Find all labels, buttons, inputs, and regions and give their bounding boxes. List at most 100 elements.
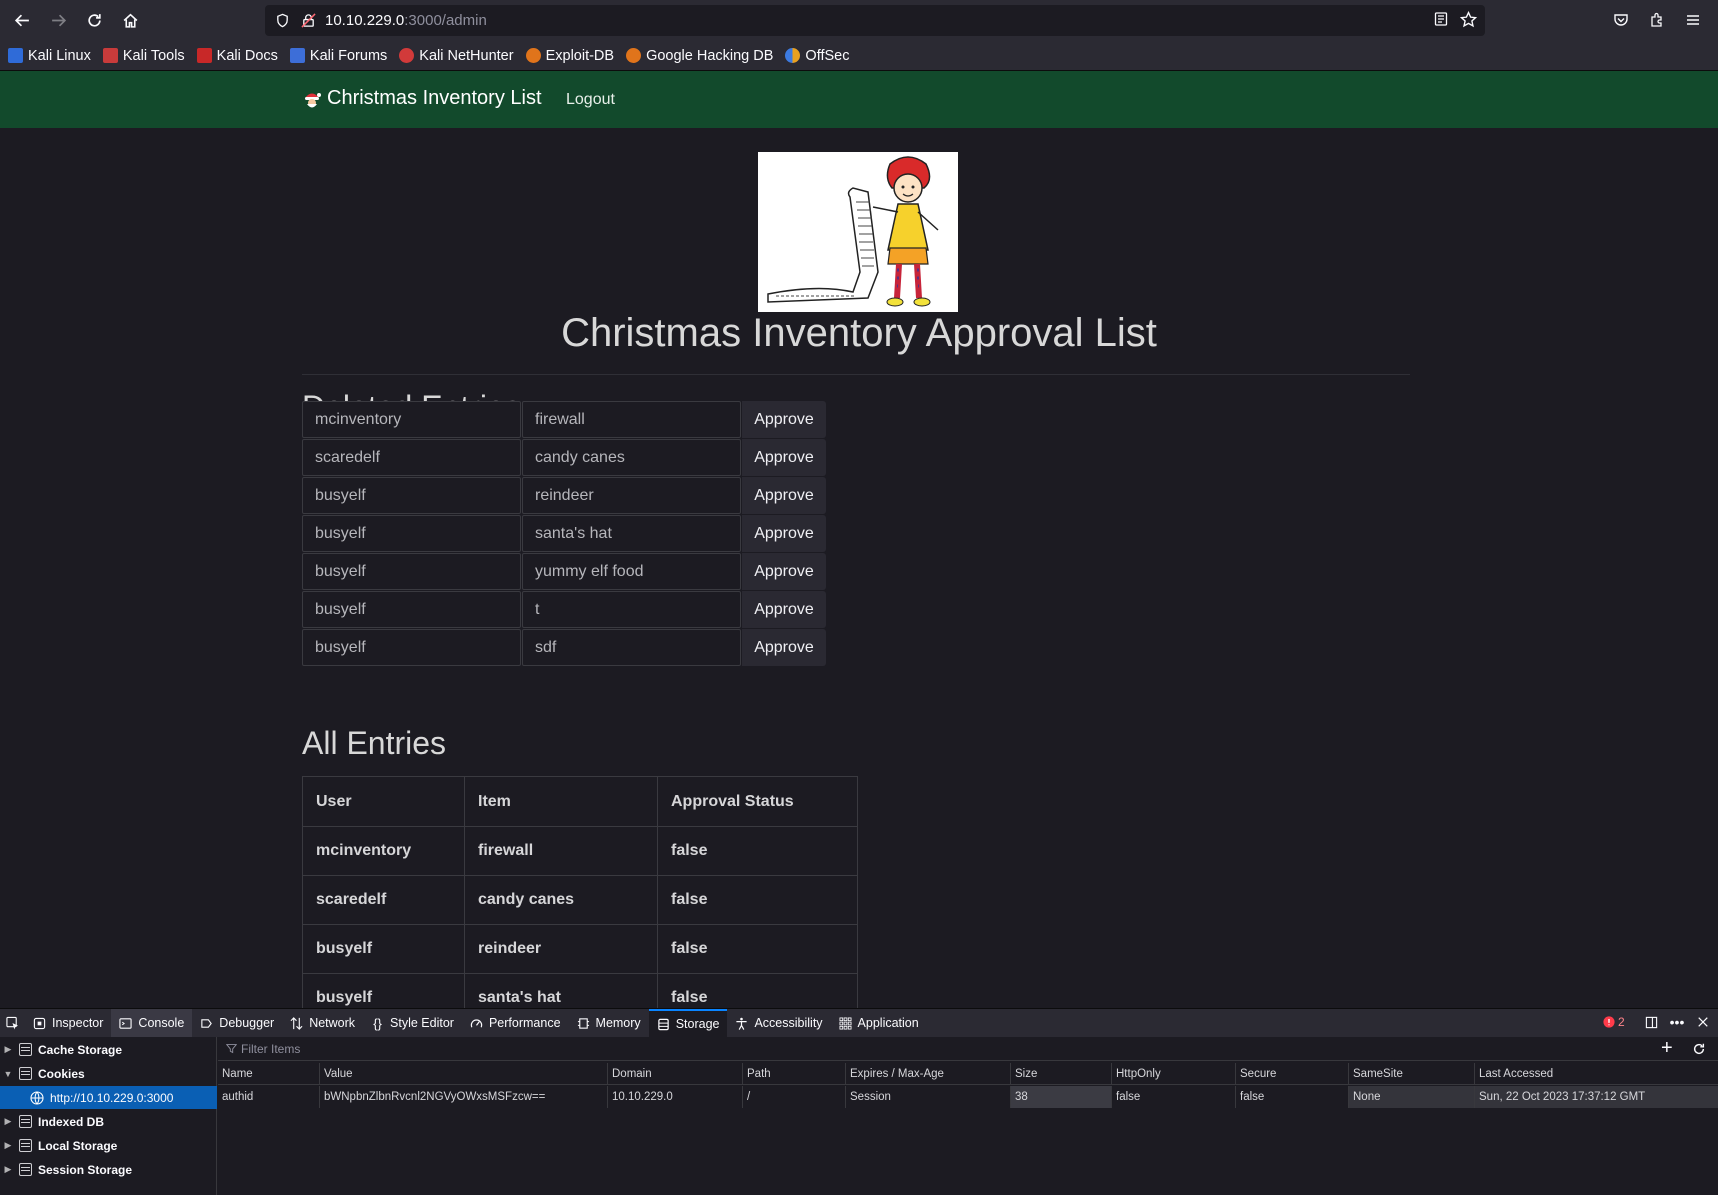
table-row: busyelf santa's hat false <box>302 973 858 1008</box>
database-icon <box>19 1139 32 1152</box>
approve-button[interactable]: Approve <box>742 591 826 628</box>
cell-user: busyelf <box>302 973 465 1008</box>
column-header-httponly[interactable]: HttpOnly <box>1111 1063 1235 1085</box>
expand-arrow-icon[interactable]: ▶ <box>0 1164 16 1175</box>
tab-debugger[interactable]: Debugger <box>192 1009 282 1038</box>
cookie-name[interactable]: authid <box>218 1086 319 1108</box>
approve-button[interactable]: Approve <box>742 439 826 476</box>
cookie-expires[interactable]: Session <box>845 1086 1010 1108</box>
tree-item-session-storage[interactable]: ▶ Session Storage <box>0 1158 217 1181</box>
tab-application[interactable]: Application <box>831 1009 927 1038</box>
tab-accessibility[interactable]: Accessibility <box>727 1009 830 1038</box>
bookmark-google-hacking-db[interactable]: Google Hacking DB <box>626 48 773 64</box>
bookmark-kali-tools[interactable]: Kali Tools <box>102 48 185 64</box>
cookie-httponly[interactable]: false <box>1111 1086 1235 1108</box>
cookie-samesite[interactable]: None <box>1348 1086 1474 1108</box>
bookmark-offsec[interactable]: OffSec <box>785 48 849 64</box>
cookie-value[interactable]: bWNpbnZlbnRvcnl2NGVyOWxsMSFzcw== <box>319 1086 607 1108</box>
cookie-secure[interactable]: false <box>1235 1086 1348 1108</box>
title-divider <box>302 374 1410 375</box>
table-header-row: User Item Approval Status <box>302 776 858 827</box>
cookie-last-accessed[interactable]: Sun, 22 Oct 2023 17:37:12 GMT <box>1474 1086 1718 1108</box>
url-bar[interactable]: 10.10.229.0:3000/admin <box>265 5 1485 36</box>
error-count-badge[interactable]: 2 <box>1603 1015 1625 1029</box>
column-header-last-accessed[interactable]: Last Accessed <box>1474 1063 1718 1085</box>
tree-item-cookies[interactable]: ▼ Cookies <box>0 1062 217 1085</box>
approve-button[interactable]: Approve <box>742 477 826 514</box>
filter-items-input[interactable]: Filter Items + <box>218 1037 1718 1061</box>
bookmark-exploit-db[interactable]: Exploit-DB <box>525 48 614 64</box>
expand-arrow-icon[interactable]: ▶ <box>0 1044 16 1055</box>
offsec-icon <box>785 48 801 63</box>
bookmark-kali-docs[interactable]: Kali Docs <box>196 48 278 64</box>
approve-button[interactable]: Approve <box>742 629 826 666</box>
approve-button[interactable]: Approve <box>742 515 826 552</box>
column-header-path[interactable]: Path <box>742 1063 845 1085</box>
error-icon <box>1603 1016 1615 1028</box>
column-header-name[interactable]: Name <box>218 1063 319 1085</box>
kali-tools-icon <box>102 48 118 63</box>
logout-link[interactable]: Logout <box>566 91 615 109</box>
forward-button[interactable] <box>40 4 76 36</box>
tree-item-cookie-origin[interactable]: http://10.10.229.0:3000 <box>0 1086 217 1109</box>
insecure-lock-icon[interactable] <box>299 12 317 30</box>
bookmark-kali-forums[interactable]: Kali Forums <box>289 48 387 64</box>
home-button[interactable] <box>112 4 148 36</box>
column-header-samesite[interactable]: SameSite <box>1348 1063 1474 1085</box>
bookmark-kali-linux[interactable]: Kali Linux <box>8 48 91 64</box>
ghdb-icon <box>626 48 642 63</box>
refresh-icon[interactable] <box>1692 1042 1706 1056</box>
cookie-row[interactable]: authid bWNpbnZlbnRvcnl2NGVyOWxsMSFzcw== … <box>218 1086 1718 1108</box>
column-header-size[interactable]: Size <box>1010 1063 1111 1085</box>
cookie-domain[interactable]: 10.10.229.0 <box>607 1086 742 1108</box>
filter-icon <box>226 1044 237 1054</box>
shield-icon[interactable] <box>273 12 291 30</box>
extensions-icon[interactable] <box>1646 9 1668 31</box>
reader-view-icon[interactable] <box>1433 11 1452 30</box>
cookie-size[interactable]: 38 <box>1010 1086 1111 1108</box>
menu-icon[interactable] <box>1682 9 1704 31</box>
tree-item-local-storage[interactable]: ▶ Local Storage <box>0 1134 217 1157</box>
close-devtools-icon[interactable] <box>1695 1014 1711 1030</box>
column-header-secure[interactable]: Secure <box>1235 1063 1348 1085</box>
tab-memory[interactable]: Memory <box>569 1009 649 1038</box>
deleted-entry-row: scaredelf candy canes Approve <box>302 439 826 476</box>
tab-storage[interactable]: Storage <box>648 1008 728 1038</box>
column-header-user: User <box>302 776 465 827</box>
reload-button[interactable] <box>76 4 112 36</box>
tab-performance[interactable]: Performance <box>462 1009 569 1038</box>
bookmark-star-icon[interactable] <box>1459 10 1479 30</box>
dock-side-icon[interactable] <box>1643 1014 1659 1030</box>
approve-button[interactable]: Approve <box>742 401 826 438</box>
expand-arrow-icon[interactable]: ▶ <box>0 1140 16 1151</box>
deleted-entry-user: mcinventory <box>302 401 521 438</box>
application-grid-icon <box>839 1017 852 1030</box>
back-button[interactable] <box>4 4 40 36</box>
brand-link[interactable]: Christmas Inventory List <box>302 87 542 110</box>
cell-status: false <box>657 973 858 1008</box>
bookmark-kali-nethunter[interactable]: Kali NetHunter <box>399 48 514 64</box>
add-item-icon[interactable]: + <box>1661 1038 1673 1058</box>
approve-button[interactable]: Approve <box>742 553 826 590</box>
tab-network[interactable]: Network <box>282 1009 363 1038</box>
deleted-entry-user: busyelf <box>302 515 521 552</box>
storage-icon <box>657 1018 670 1031</box>
tab-inspector[interactable]: Inspector <box>25 1009 111 1038</box>
table-row: busyelf reindeer false <box>302 924 858 974</box>
column-header-value[interactable]: Value <box>319 1063 607 1085</box>
network-icon <box>290 1016 303 1030</box>
tree-item-cache-storage[interactable]: ▶ Cache Storage <box>0 1038 217 1061</box>
deleted-entry-user: busyelf <box>302 591 521 628</box>
collapse-arrow-icon[interactable]: ▼ <box>0 1069 16 1079</box>
tab-console[interactable]: Console <box>111 1008 193 1038</box>
column-header-domain[interactable]: Domain <box>607 1063 742 1085</box>
tab-style-editor[interactable]: {} Style Editor <box>363 1009 462 1038</box>
pocket-icon[interactable] <box>1610 9 1632 31</box>
browser-toolbar: 10.10.229.0:3000/admin <box>0 0 1718 41</box>
expand-arrow-icon[interactable]: ▶ <box>0 1116 16 1127</box>
element-picker-button[interactable] <box>0 1009 25 1038</box>
column-header-expires[interactable]: Expires / Max-Age <box>845 1063 1010 1085</box>
cookie-path[interactable]: / <box>742 1086 845 1108</box>
tree-item-indexed-db[interactable]: ▶ Indexed DB <box>0 1110 217 1133</box>
more-options-icon[interactable]: ••• <box>1669 1014 1685 1030</box>
